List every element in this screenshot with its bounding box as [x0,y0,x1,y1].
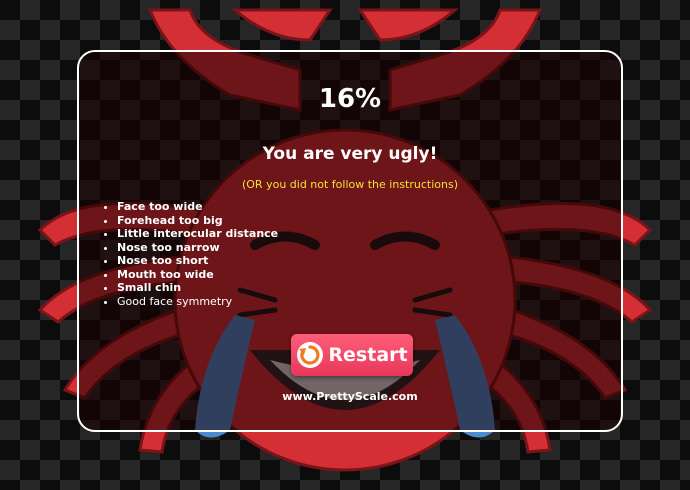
verdict-text: You are very ugly! [262,144,438,164]
left-claw-pincer [230,8,333,42]
restart-label: Restart [328,344,408,366]
restart-icon [297,342,324,368]
restart-button[interactable]: Restart [291,334,413,376]
feature-item: Good face symmetry [117,295,278,309]
feature-item: Little interocular distance [117,227,278,241]
feature-item: Nose too short [117,254,278,268]
feature-item: Face too wide [117,200,278,214]
feature-item: Mouth too wide [117,268,278,282]
result-card: 16% You are very ugly! (OR you did not f… [77,50,623,432]
feature-item: Small chin [117,281,278,295]
score-value: 16% [318,84,382,114]
feature-list: Face too wide Forehead too big Little in… [103,200,278,308]
site-url: www.PrettyScale.com [282,390,418,403]
instruction-note: (OR you did not follow the instructions) [241,178,459,191]
feature-item: Nose too narrow [117,241,278,255]
feature-item: Forehead too big [117,214,278,228]
right-claw-pincer [357,8,460,42]
